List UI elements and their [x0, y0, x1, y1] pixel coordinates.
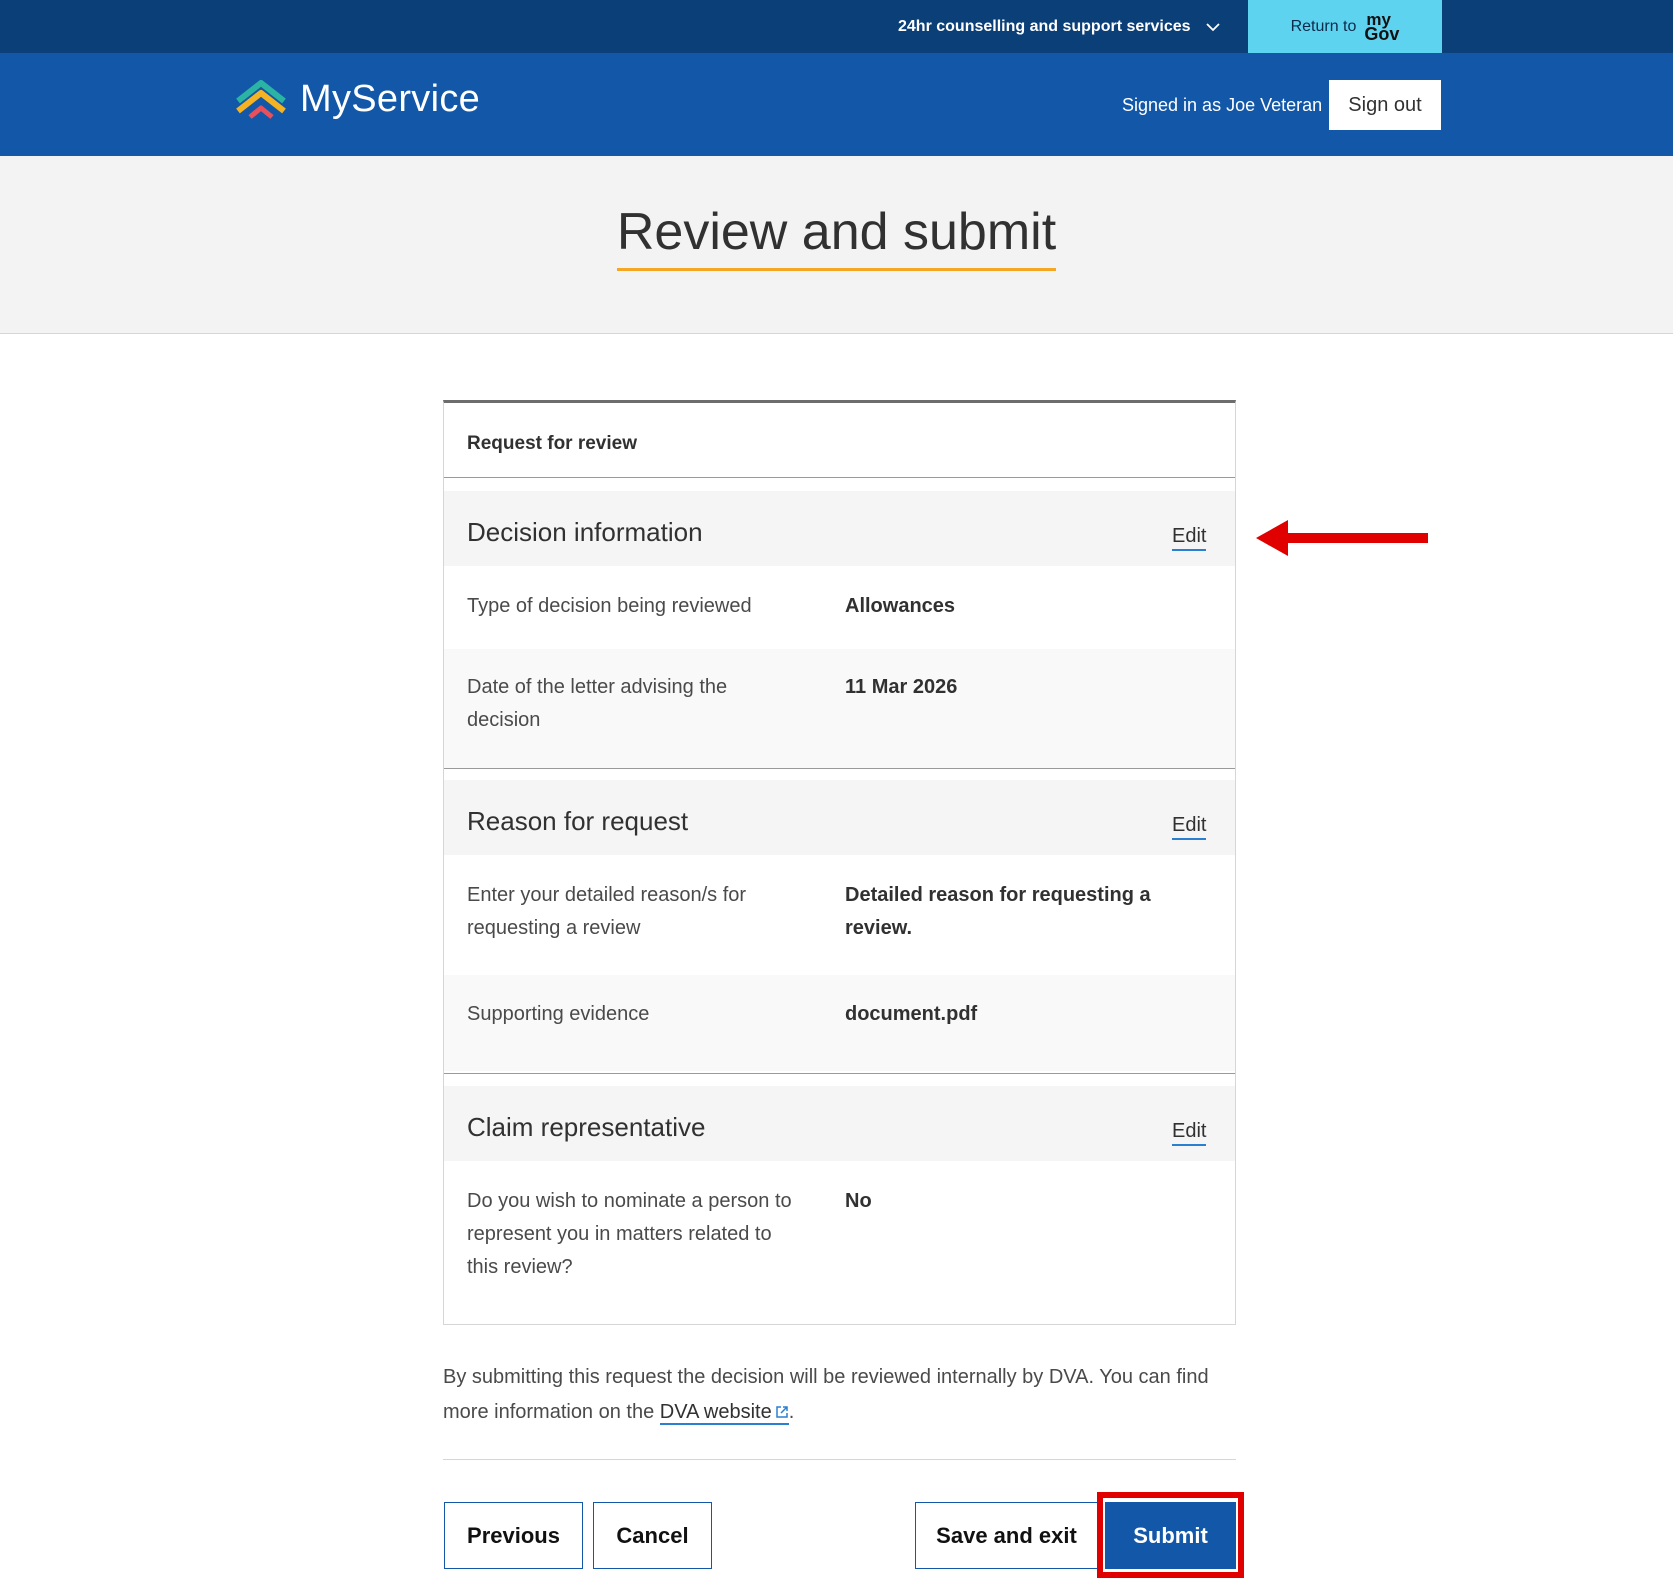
summary-row: Date of the letter advising the decision… — [444, 649, 1235, 768]
section-divider — [444, 768, 1235, 769]
summary-row: Supporting evidence document.pdf — [444, 975, 1235, 1071]
brand-name: MyService — [300, 77, 481, 120]
dva-website-link[interactable]: DVA website — [659, 1401, 789, 1425]
return-to-label: Return to — [1290, 17, 1357, 35]
card-header-label: Request for review — [467, 433, 637, 454]
section-title: Claim representative — [467, 1112, 706, 1142]
signed-in-status: Signed in as Joe Veteran — [1122, 95, 1323, 115]
row-value: Allowances — [845, 595, 956, 617]
summary-row: Type of decision being reviewed Allowanc… — [444, 566, 1235, 649]
sign-out-button[interactable]: Sign out — [1329, 80, 1441, 130]
return-to-mygov-button[interactable]: Return to my Gov — [1248, 0, 1442, 53]
section-claim-representative: Claim representative Edit — [444, 1086, 1235, 1161]
footer-divider — [443, 1459, 1236, 1460]
page-title: Review and submit — [0, 202, 1673, 271]
edit-reason-for-request-link[interactable]: Edit — [1172, 814, 1207, 840]
row-value: document.pdf — [845, 1003, 978, 1025]
summary-row: Do you wish to nominate a person to repr… — [444, 1161, 1235, 1321]
row-label: Type of decision being reviewed — [467, 595, 752, 617]
row-value: 11 Mar 2026 — [845, 676, 958, 698]
page: 24hr counselling and support services Re… — [0, 0, 1673, 1596]
edit-decision-information-link[interactable]: Edit — [1172, 525, 1207, 551]
row-label: Supporting evidence — [467, 1003, 650, 1025]
section-divider — [444, 1073, 1235, 1074]
section-decision-information: Decision information Edit — [444, 491, 1235, 566]
edit-claim-representative-link[interactable]: Edit — [1172, 1120, 1207, 1146]
utility-bar: 24hr counselling and support services Re… — [0, 0, 1673, 53]
mygov-logo: my Gov — [1364, 9, 1400, 44]
chevron-down-icon — [1205, 22, 1220, 31]
card-header: Request for review — [444, 403, 1235, 478]
myservice-logo-icon — [236, 80, 286, 119]
row-value: No — [845, 1190, 872, 1212]
row-value: Detailed reason for requesting a review. — [845, 884, 1151, 939]
cancel-button[interactable]: Cancel — [593, 1502, 712, 1569]
section-reason-for-request: Reason for request Edit — [444, 780, 1235, 855]
support-services-menu[interactable]: 24hr counselling and support services — [898, 0, 1221, 53]
save-and-exit-button[interactable]: Save and exit — [915, 1502, 1098, 1569]
review-summary-card: Request for review Decision information … — [443, 400, 1236, 1325]
annotation-arrow-icon — [1256, 520, 1428, 556]
previous-button[interactable]: Previous — [444, 1502, 583, 1569]
summary-row: Enter your detailed reason/s for request… — [444, 855, 1235, 975]
submit-button[interactable]: Submit — [1105, 1502, 1236, 1569]
row-label: Date of the letter advising the decision — [467, 676, 728, 731]
page-title-band: Review and submit — [0, 156, 1673, 334]
support-services-label: 24hr counselling and support services — [898, 17, 1191, 35]
row-label: Enter your detailed reason/s for request… — [467, 884, 747, 939]
external-link-icon — [775, 1406, 788, 1418]
submission-note: By submitting this request the decision … — [443, 1366, 1209, 1425]
brand-home-link[interactable]: MyService — [234, 77, 480, 121]
row-label: Do you wish to nominate a person to repr… — [467, 1190, 792, 1278]
section-title: Decision information — [467, 517, 703, 547]
site-header: MyService Signed in as Joe Veteran Sign … — [0, 53, 1673, 156]
section-title: Reason for request — [467, 806, 689, 836]
